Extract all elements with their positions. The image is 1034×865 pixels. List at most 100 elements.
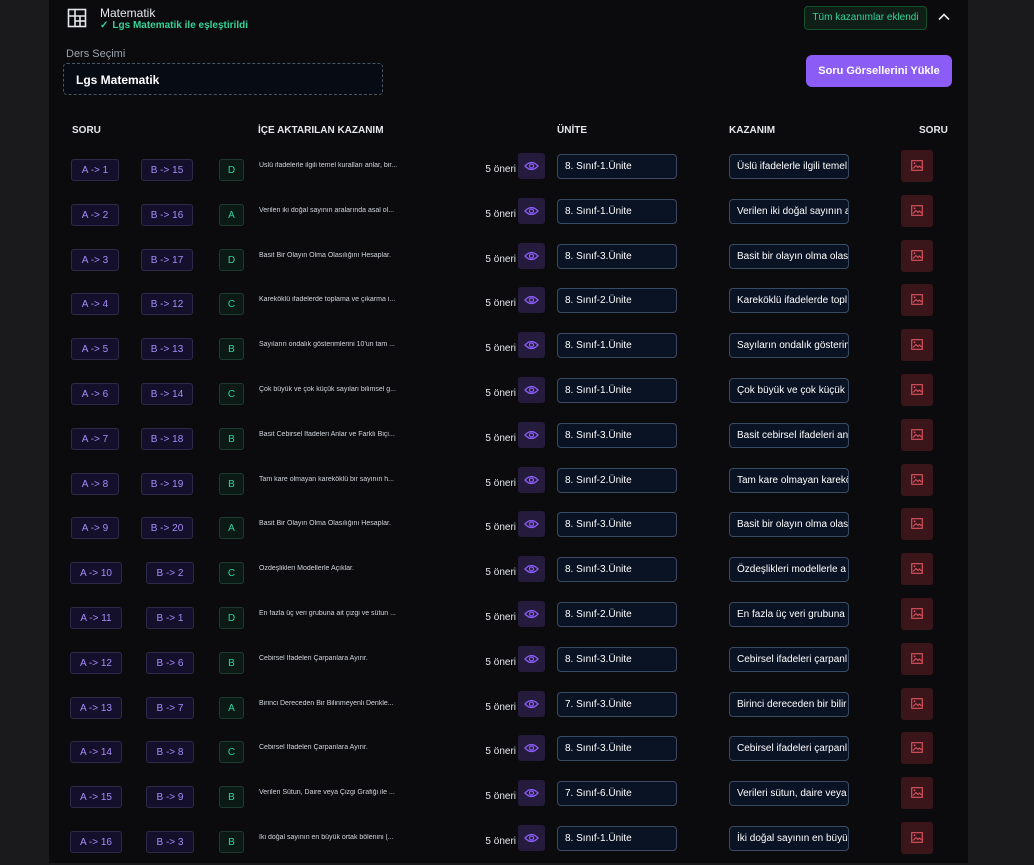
unite-select[interactable]: 8. Sınıf-3.Ünite: [557, 647, 677, 672]
chip-b[interactable]: B -> 2: [146, 562, 194, 584]
chip-b[interactable]: B -> 15: [141, 159, 193, 181]
question-image-button[interactable]: [901, 284, 933, 316]
chip-a[interactable]: A -> 12: [70, 652, 122, 674]
chip-b[interactable]: B -> 18: [141, 428, 193, 450]
kazanim-input[interactable]: Tam kare olmayan karekö: [729, 468, 849, 493]
unite-select[interactable]: 8. Sınıf-2.Ünite: [557, 602, 677, 627]
unite-select[interactable]: 8. Sınıf-1.Ünite: [557, 826, 677, 851]
view-suggestions-button[interactable]: [518, 287, 545, 313]
chip-b[interactable]: B -> 16: [141, 204, 193, 226]
chip-a[interactable]: A -> 8: [71, 473, 119, 495]
chip-b[interactable]: B -> 7: [146, 697, 194, 719]
kazanim-input[interactable]: Sayıların ondalık gösterim: [729, 333, 849, 358]
upload-images-button[interactable]: Soru Görsellerini Yükle: [806, 55, 952, 87]
chip-a[interactable]: A -> 14: [70, 741, 122, 763]
chip-b[interactable]: B -> 20: [141, 517, 193, 539]
unite-select[interactable]: 8. Sınıf-3.Ünite: [557, 244, 677, 269]
kazanim-input[interactable]: Basit bir olayın olma olas: [729, 512, 849, 537]
question-image-button[interactable]: [901, 419, 933, 451]
kazanim-input[interactable]: İki doğal sayının en büyü: [729, 826, 849, 851]
kazanim-input[interactable]: Basit bir olayın olma olas: [729, 244, 849, 269]
view-suggestions-button[interactable]: [518, 511, 545, 537]
chip-a[interactable]: A -> 16: [70, 831, 122, 853]
view-suggestions-button[interactable]: [518, 646, 545, 672]
kazanim-input[interactable]: Özdeşlikleri modellerle a: [729, 557, 849, 582]
chip-b[interactable]: B -> 13: [141, 338, 193, 360]
unite-select[interactable]: 8. Sınıf-3.Ünite: [557, 423, 677, 448]
view-suggestions-button[interactable]: [518, 601, 545, 627]
question-image-button[interactable]: [901, 822, 933, 854]
unite-select[interactable]: 8. Sınıf-2.Ünite: [557, 288, 677, 313]
question-image-button[interactable]: [901, 688, 933, 720]
chip-b[interactable]: B -> 1: [146, 607, 194, 629]
unite-select[interactable]: 7. Sınıf-6.Ünite: [557, 781, 677, 806]
question-image-button[interactable]: [901, 508, 933, 540]
chip-b[interactable]: B -> 12: [141, 293, 193, 315]
chip-a[interactable]: A -> 10: [70, 562, 122, 584]
unite-select[interactable]: 8. Sınıf-1.Ünite: [557, 333, 677, 358]
chip-a[interactable]: A -> 4: [71, 293, 119, 315]
view-suggestions-button[interactable]: [518, 332, 545, 358]
chip-a[interactable]: A -> 2: [71, 204, 119, 226]
kazanim-input[interactable]: Üslü ifadelerle ilgili temel: [729, 154, 849, 179]
question-image-button[interactable]: [901, 374, 933, 406]
kazanim-input[interactable]: Cebirsel ifadeleri çarpanl: [729, 647, 849, 672]
unite-select[interactable]: 8. Sınıf-1.Ünite: [557, 154, 677, 179]
kazanim-input[interactable]: Çok büyük ve çok küçük: [729, 378, 849, 403]
question-image-button[interactable]: [901, 329, 933, 361]
view-suggestions-button[interactable]: [518, 243, 545, 269]
unite-select[interactable]: 7. Sınıf-3.Ünite: [557, 692, 677, 717]
kazanim-input[interactable]: Birinci dereceden bir bilir: [729, 692, 849, 717]
view-suggestions-button[interactable]: [518, 780, 545, 806]
chip-b[interactable]: B -> 8: [146, 741, 194, 763]
unite-select[interactable]: 8. Sınıf-3.Ünite: [557, 557, 677, 582]
chip-a[interactable]: A -> 3: [71, 249, 119, 271]
question-image-button[interactable]: [901, 553, 933, 585]
question-image-button[interactable]: [901, 240, 933, 272]
view-suggestions-button[interactable]: [518, 467, 545, 493]
view-suggestions-button[interactable]: [518, 825, 545, 851]
unite-select[interactable]: 8. Sınıf-1.Ünite: [557, 199, 677, 224]
kazanim-input[interactable]: Cebirsel ifadeleri çarpanl: [729, 736, 849, 761]
chip-a[interactable]: A -> 9: [71, 517, 119, 539]
chip-b[interactable]: B -> 19: [141, 473, 193, 495]
kazanim-input[interactable]: En fazla üç veri grubuna: [729, 602, 849, 627]
view-suggestions-button[interactable]: [518, 377, 545, 403]
chip-a[interactable]: A -> 11: [70, 607, 122, 629]
question-image-button[interactable]: [901, 464, 933, 496]
question-image-button[interactable]: [901, 150, 933, 182]
question-image-button[interactable]: [901, 777, 933, 809]
view-suggestions-button[interactable]: [518, 556, 545, 582]
course-select[interactable]: Lgs Matematik: [63, 63, 383, 95]
unite-select[interactable]: 8. Sınıf-2.Ünite: [557, 468, 677, 493]
chip-b[interactable]: B -> 3: [146, 831, 194, 853]
chip-a[interactable]: A -> 5: [71, 338, 119, 360]
chip-a[interactable]: A -> 13: [70, 697, 122, 719]
kazanim-input[interactable]: Verilen iki doğal sayının a: [729, 199, 849, 224]
chip-b[interactable]: B -> 14: [141, 383, 193, 405]
unite-select[interactable]: 8. Sınıf-3.Ünite: [557, 736, 677, 761]
chip-b[interactable]: B -> 6: [146, 652, 194, 674]
view-suggestions-button[interactable]: [518, 198, 545, 224]
unite-select[interactable]: 8. Sınıf-3.Ünite: [557, 512, 677, 537]
chip-a[interactable]: A -> 1: [71, 159, 119, 181]
question-image-button[interactable]: [901, 598, 933, 630]
question-image-button[interactable]: [901, 643, 933, 675]
view-suggestions-button[interactable]: [518, 153, 545, 179]
unite-select[interactable]: 8. Sınıf-1.Ünite: [557, 378, 677, 403]
kazanim-input[interactable]: Verileri sütun, daire veya: [729, 781, 849, 806]
question-image-button[interactable]: [901, 195, 933, 227]
view-suggestions-button[interactable]: [518, 691, 545, 717]
kazanim-input[interactable]: Basit cebirsel ifadeleri an: [729, 423, 849, 448]
chip-a[interactable]: A -> 6: [71, 383, 119, 405]
view-suggestions-button[interactable]: [518, 735, 545, 761]
chevron-up-icon[interactable]: [937, 10, 951, 24]
kazanim-input[interactable]: Kareköklü ifadelerde topl: [729, 288, 849, 313]
question-image-button[interactable]: [901, 732, 933, 764]
chip-b[interactable]: B -> 9: [146, 786, 194, 808]
chip-a[interactable]: A -> 7: [71, 428, 119, 450]
chip-b[interactable]: B -> 17: [141, 249, 193, 271]
table-row: A -> 15 B -> 9 B Verileri Sütun, Daire veya…: [0, 775, 1034, 820]
view-suggestions-button[interactable]: [518, 422, 545, 448]
chip-a[interactable]: A -> 15: [70, 786, 122, 808]
